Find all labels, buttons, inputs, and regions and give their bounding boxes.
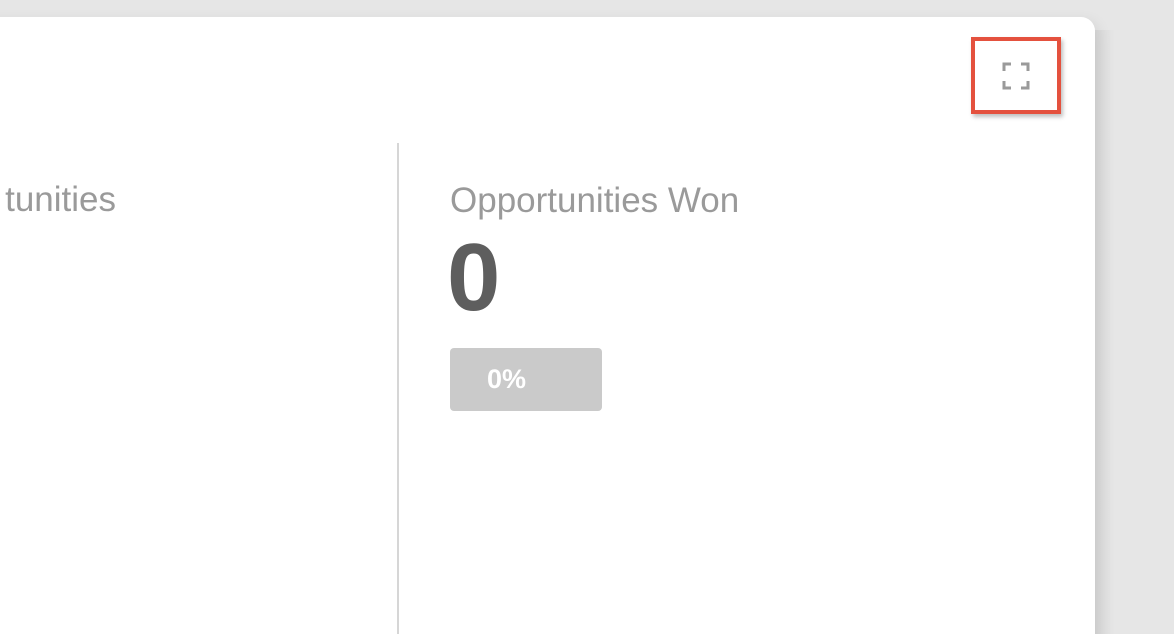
column-divider (397, 143, 399, 634)
opportunities-won-value: 0 (447, 224, 501, 331)
card-shadow (1095, 30, 1115, 634)
opportunities-won-title: Opportunities Won (450, 181, 740, 220)
opportunities-won-stat: Opportunities Won 0 0% (447, 180, 740, 411)
opportunities-won-percent-badge: 0% (450, 348, 602, 411)
fullscreen-icon (1001, 61, 1031, 91)
expand-button[interactable] (971, 37, 1061, 114)
opportunities-title: tunities (5, 180, 116, 219)
